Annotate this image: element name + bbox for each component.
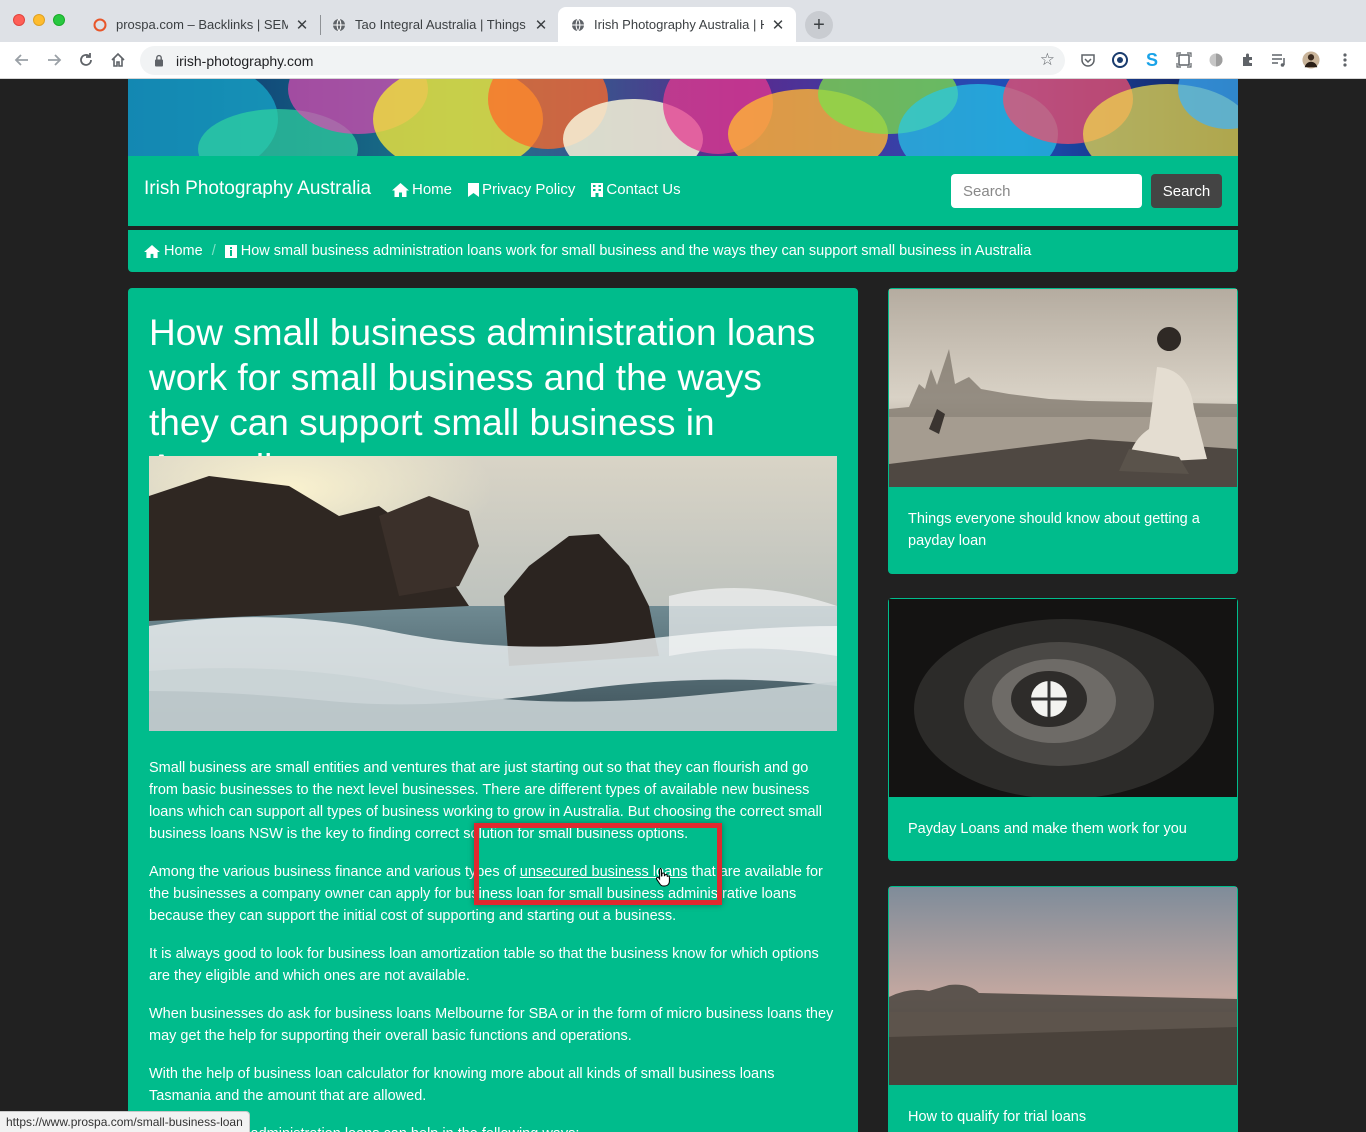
forward-arrow-icon[interactable]	[42, 48, 66, 72]
link-status-bar: https://www.prospa.com/small-business-lo…	[0, 1111, 250, 1132]
breadcrumb-home[interactable]: Home	[144, 243, 203, 259]
home-icon	[392, 182, 409, 197]
profile-avatar[interactable]	[1302, 51, 1320, 69]
new-tab-button[interactable]: +	[805, 11, 833, 39]
home-icon[interactable]	[106, 48, 130, 72]
paragraph: Small business administration loans can …	[149, 1123, 839, 1132]
semrush-favicon-icon	[92, 17, 108, 33]
reload-icon[interactable]	[74, 48, 98, 72]
breadcrumb-current: How small business administration loans …	[224, 243, 1032, 259]
sidebar-post-title[interactable]: Things everyone should know about gettin…	[888, 488, 1238, 572]
building-icon	[591, 182, 604, 197]
sidebar-post-image	[889, 599, 1237, 797]
paragraph: When businesses do ask for business loan…	[149, 1006, 834, 1044]
nav-privacy-label: Privacy Policy	[482, 181, 576, 198]
annotation-highlight-box	[474, 823, 722, 905]
globe-icon	[570, 17, 586, 33]
paragraph: With the help of business loan calculato…	[149, 1066, 775, 1104]
paragraph: It is always good to look for business l…	[149, 946, 819, 984]
tab-title: Tao Integral Australia | Things to	[355, 17, 527, 32]
url-text: irish-photography.com	[176, 52, 314, 69]
media-queue-icon[interactable]	[1270, 51, 1288, 69]
minimize-window-button[interactable]	[33, 14, 45, 26]
article-body: Small business are small entities and ve…	[149, 757, 839, 1132]
s-extension-icon[interactable]: S	[1143, 50, 1161, 70]
breadcrumb-current-label: How small business administration loans …	[240, 243, 1032, 259]
close-tab-icon[interactable]: ✕	[533, 17, 549, 34]
sidebar-post-title[interactable]: Payday Loans and make them work for you	[888, 798, 1238, 860]
close-tab-icon[interactable]: ✕	[294, 17, 310, 34]
nav-home-label: Home	[412, 181, 453, 198]
sidebar-post-card[interactable]: Things everyone should know about gettin…	[888, 288, 1238, 574]
nav-privacy-link[interactable]: Privacy Policy	[468, 181, 575, 198]
browser-tab-bar: prospa.com – Backlinks | SEMrush ✕ Tao I…	[0, 0, 1366, 42]
back-arrow-icon[interactable]	[10, 48, 34, 72]
nav-contact-label: Contact Us	[606, 181, 681, 198]
lock-icon	[154, 54, 166, 68]
article-hero-image	[149, 456, 837, 731]
puzzle-extensions-icon[interactable]	[1239, 51, 1257, 69]
breadcrumb-separator: /	[211, 243, 216, 259]
address-bar[interactable]: irish-photography.com ☆	[140, 46, 1065, 75]
sidebar-post-title[interactable]: How to qualify for trial loans	[888, 1086, 1238, 1132]
extension-circle-icon[interactable]	[1207, 51, 1225, 69]
breadcrumb: Home / How small business administration…	[128, 230, 1238, 272]
article-card: How small business administration loans …	[128, 288, 858, 1132]
bookmark-star-icon[interactable]: ☆	[1040, 50, 1055, 70]
tab-irish-photography[interactable]: Irish Photography Australia | How ✕	[558, 7, 796, 42]
header-banner-image	[128, 79, 1238, 156]
seo-extension-icon[interactable]	[1111, 51, 1129, 69]
tab-semrush[interactable]: prospa.com – Backlinks | SEMrush ✕	[80, 7, 320, 42]
sidebar-post-card[interactable]: How to qualify for trial loans	[888, 886, 1238, 1132]
web-page: Irish Photography Australia Home Privacy…	[0, 79, 1366, 1132]
tab-tao-integral[interactable]: Tao Integral Australia | Things to ✕	[319, 7, 559, 42]
nav-home-link[interactable]: Home	[392, 181, 452, 198]
sidebar-post-image	[889, 887, 1237, 1085]
tab-title: Irish Photography Australia | How	[594, 17, 764, 32]
close-window-button[interactable]	[13, 14, 25, 26]
sidebar-post-card[interactable]: Payday Loans and make them work for you	[888, 598, 1238, 861]
sidebar-post-image	[889, 289, 1237, 487]
screenshot-icon[interactable]	[1175, 51, 1193, 69]
pocket-icon[interactable]	[1079, 51, 1097, 69]
nav-links: Home Privacy Policy Contact Us	[392, 181, 681, 198]
site-navbar: Irish Photography Australia Home Privacy…	[128, 156, 1238, 226]
tab-title: prospa.com – Backlinks | SEMrush	[116, 17, 288, 32]
site-brand-link[interactable]: Irish Photography Australia	[144, 178, 371, 200]
nav-contact-link[interactable]: Contact Us	[591, 181, 681, 198]
paragraph-text: Among the various business finance and v…	[149, 864, 520, 880]
zoom-window-button[interactable]	[53, 14, 65, 26]
browser-toolbar: irish-photography.com ☆ S	[0, 42, 1366, 79]
globe-icon	[331, 17, 347, 33]
close-tab-icon[interactable]: ✕	[770, 17, 786, 34]
hand-pointer-cursor-icon	[655, 868, 670, 887]
search-button[interactable]: Search	[1151, 174, 1222, 208]
kebab-menu-icon[interactable]	[1336, 51, 1354, 69]
home-icon	[144, 244, 160, 258]
bookmark-icon	[468, 182, 480, 197]
search-input[interactable]	[951, 174, 1142, 208]
breadcrumb-home-label: Home	[164, 243, 203, 259]
info-icon	[224, 244, 237, 258]
